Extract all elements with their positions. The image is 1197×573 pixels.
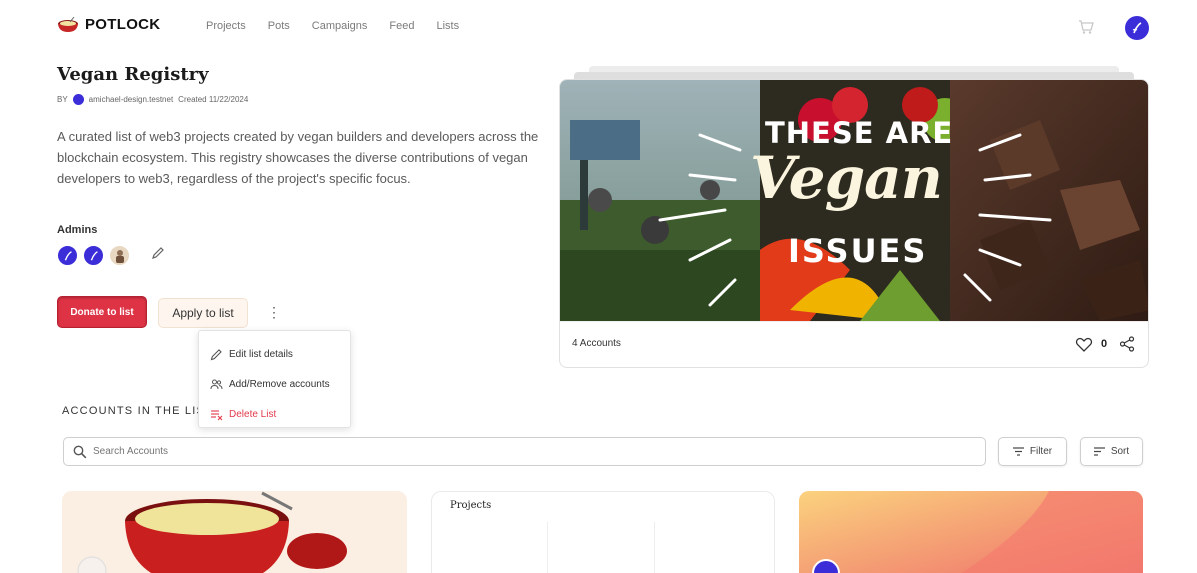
admins-label: Admins [57, 224, 98, 236]
people-icon [210, 379, 223, 389]
cart-icon[interactable] [1078, 19, 1094, 35]
cover-card-footer: 4 Accounts 0 [560, 321, 1148, 367]
near-logo-icon [64, 250, 72, 261]
nav-lists[interactable]: Lists [436, 20, 459, 32]
donate-button[interactable]: Donate to list [57, 296, 147, 328]
account-card[interactable] [62, 491, 407, 573]
admin-avatar[interactable] [109, 245, 130, 266]
cover-text-line3: ISSUES [788, 232, 928, 270]
near-logo-icon [90, 250, 98, 261]
account-card[interactable] [799, 491, 1143, 573]
search-box[interactable] [63, 437, 986, 466]
user-avatar[interactable] [1125, 16, 1149, 40]
by-label: BY [57, 95, 68, 104]
creator-avatar [72, 94, 84, 105]
apply-button[interactable]: Apply to list [158, 298, 248, 328]
nav-pots[interactable]: Pots [268, 20, 290, 32]
accounts-count: 4 Accounts [572, 338, 621, 349]
card-preview-grid [450, 522, 760, 573]
brand-logo[interactable]: POTLOCK [57, 16, 160, 33]
cover-text-line2: Vegan [750, 144, 943, 212]
nav-projects[interactable]: Projects [206, 20, 246, 32]
nav-links: Projects Pots Campaigns Feed Lists [206, 20, 459, 32]
preview-tile [663, 522, 760, 573]
accounts-section-title: ACCOUNTS IN THE LIST [62, 405, 213, 417]
pencil-icon [210, 348, 222, 360]
share-icon[interactable] [1119, 336, 1135, 352]
menu-add-remove-accounts[interactable]: Add/Remove accounts [199, 369, 350, 399]
byline: BY amichael-design.testnet Created 11/22… [57, 94, 248, 105]
filter-icon [1012, 447, 1024, 456]
sort-button[interactable]: Sort [1080, 437, 1143, 466]
brand-name: POTLOCK [85, 16, 161, 33]
pot-icon [58, 16, 78, 32]
card-cover-image [799, 491, 1143, 573]
like-count: 0 [1101, 338, 1108, 350]
menu-item-label: Edit list details [229, 348, 293, 360]
nav-feed[interactable]: Feed [389, 20, 414, 32]
menu-delete-list[interactable]: Delete List [199, 399, 350, 429]
filter-button[interactable]: Filter [998, 437, 1067, 466]
heart-icon[interactable] [1075, 336, 1093, 354]
card-heading: Projects [450, 500, 492, 511]
created-date: Created 11/22/2024 [178, 95, 249, 104]
search-icon [73, 445, 87, 458]
sort-label: Sort [1110, 446, 1130, 457]
preview-tile [556, 522, 655, 573]
more-options-button[interactable]: ⋮ [265, 303, 283, 321]
admins-list [57, 245, 130, 266]
delete-list-icon [211, 409, 223, 420]
menu-edit-list[interactable]: Edit list details [199, 339, 350, 369]
menu-item-label: Delete List [229, 408, 277, 420]
page-title: Vegan Registry [57, 64, 209, 85]
preview-tile [450, 522, 549, 573]
admin-avatar[interactable] [57, 245, 78, 266]
nav-campaigns[interactable]: Campaigns [312, 20, 368, 32]
admin-avatar[interactable] [83, 245, 104, 266]
options-menu: Edit list details Add/Remove accounts De… [198, 330, 351, 428]
edit-admins-icon[interactable] [151, 246, 165, 260]
list-cover-card[interactable]: THESE ARE Vegan ISSUES 4 Accounts 0 [559, 79, 1149, 368]
card-cover-image [62, 491, 407, 573]
creator-name[interactable]: amichael-design.testnet [89, 95, 174, 104]
top-nav: POTLOCK Projects Pots Campaigns Feed Lis… [0, 0, 1197, 56]
near-logo-icon [1132, 22, 1142, 34]
account-card[interactable]: Projects [431, 491, 775, 573]
list-description: A curated list of web3 projects created … [57, 129, 539, 186]
menu-item-label: Add/Remove accounts [229, 378, 330, 390]
search-input[interactable] [93, 446, 943, 457]
filter-label: Filter [1029, 446, 1053, 457]
list-cover-image: THESE ARE Vegan ISSUES [560, 80, 1148, 321]
sort-icon [1093, 447, 1105, 456]
person-photo-icon [115, 249, 124, 263]
